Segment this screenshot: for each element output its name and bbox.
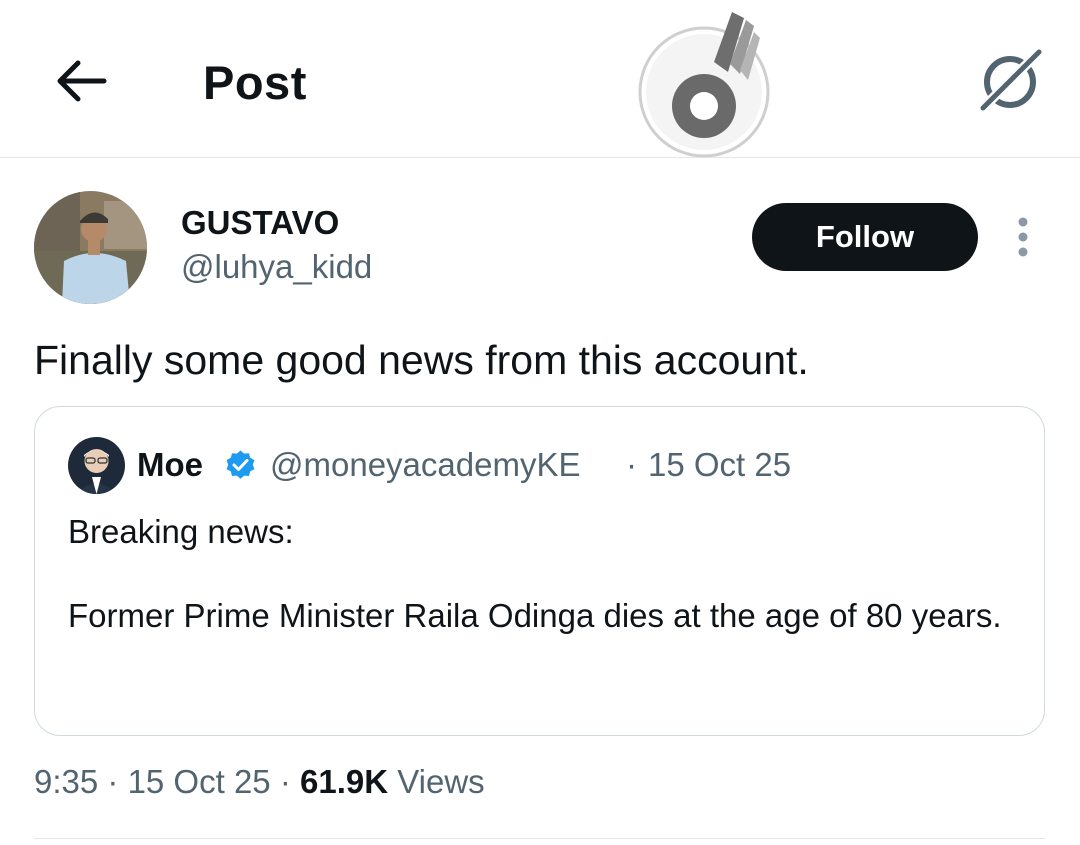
quoted-post-text: Breaking news: Former Prime Minister Rai… [68,513,1002,634]
watermark-logo-icon [632,2,776,160]
views-label: Views [388,763,485,800]
top-bar [0,0,1080,158]
quoted-post-date[interactable]: 15 Oct 25 [648,446,791,484]
grok-icon [978,49,1042,113]
meta-separator: · [98,763,128,800]
more-vertical-icon [1018,217,1028,257]
post-time[interactable]: 9:35 [34,763,98,800]
back-button[interactable] [52,56,108,106]
more-options-button[interactable] [1008,216,1038,258]
author-handle[interactable]: @luhya_kidd [181,248,372,286]
verified-badge-icon [224,449,257,482]
quoted-author-handle[interactable]: @moneyacademyKE [270,446,580,484]
post-date[interactable]: 15 Oct 25 [128,763,271,800]
grok-button[interactable] [975,46,1045,116]
post-text: Finally some good news from this account… [34,337,809,383]
page-title: Post [203,56,307,109]
follow-button[interactable]: Follow [752,203,978,271]
quoted-author-name[interactable]: Moe [137,446,203,484]
meta-separator: · [270,763,300,800]
author-name[interactable]: GUSTAVO [181,204,339,242]
post-meta: 9:35 · 15 Oct 25 · 61.9K Views [34,762,485,802]
quoted-separator: · [626,446,637,483]
arrow-left-icon [57,60,107,102]
views-count: 61.9K [299,763,389,800]
quoted-author-avatar[interactable] [68,437,125,494]
author-avatar[interactable] [34,191,147,304]
divider [34,838,1045,839]
